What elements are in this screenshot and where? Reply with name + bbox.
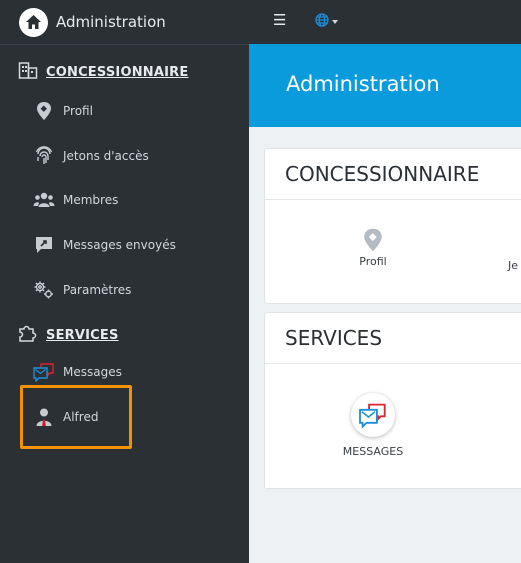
home-icon	[19, 7, 48, 37]
card-title: CONCESSIONNAIRE	[265, 149, 521, 200]
send-message-icon	[33, 235, 55, 255]
language-dropdown[interactable]	[315, 12, 338, 31]
tile-label: Profil	[359, 255, 387, 268]
sidebar-item-members[interactable]: Membres	[33, 188, 118, 212]
sidebar: Administration CONCESSIONNAIRE Profil Je…	[0, 0, 249, 563]
building-icon	[18, 61, 38, 83]
sidebar-item-sent-messages[interactable]: Messages envoyés	[33, 233, 176, 257]
globe-icon	[315, 12, 329, 31]
sidebar-item-label: Messages	[63, 365, 122, 379]
sidebar-item-label: Jetons d'accès	[63, 149, 149, 163]
sidebar-item-label: Messages envoyés	[63, 238, 176, 252]
sidebar-item-profil[interactable]: Profil	[33, 99, 93, 123]
services-card: SERVICES MESSAGES	[264, 312, 521, 489]
tile-label: Je	[508, 259, 519, 272]
puzzle-icon	[18, 323, 38, 347]
tile-messages[interactable]: MESSAGES	[331, 393, 415, 458]
location-pin-icon	[341, 227, 405, 255]
brand-title: Administration	[56, 13, 166, 31]
sidebar-item-access-tokens[interactable]: Jetons d'accès	[33, 144, 149, 168]
sidebar-section-label: CONCESSIONNAIRE	[46, 64, 189, 80]
tile-access-tokens[interactable]: Je	[508, 259, 521, 272]
messages-icon	[33, 362, 55, 382]
chevron-down-icon	[332, 19, 338, 24]
topbar: ☰	[249, 0, 521, 44]
location-pin-icon	[33, 101, 55, 121]
brand[interactable]: Administration	[0, 0, 249, 45]
gears-icon	[33, 280, 55, 300]
page-header: Administration	[249, 44, 521, 127]
messages-icon	[351, 393, 395, 437]
tile-label: MESSAGES	[342, 445, 404, 458]
sidebar-item-label: Membres	[63, 193, 119, 207]
sidebar-item-messages[interactable]: Messages	[33, 360, 122, 384]
sidebar-item-label: Profil	[63, 104, 93, 118]
card-title: SERVICES	[265, 313, 521, 364]
sidebar-item-settings[interactable]: Paramètres	[33, 278, 131, 302]
sidebar-section-services[interactable]: SERVICES	[18, 323, 119, 347]
selection-highlight	[20, 385, 132, 449]
tile-profil[interactable]: Profil	[341, 227, 405, 268]
sidebar-section-dealer[interactable]: CONCESSIONNAIRE	[18, 61, 188, 83]
sidebar-item-label: Paramètres	[63, 283, 132, 297]
dealer-card: CONCESSIONNAIRE Profil Je	[264, 148, 521, 304]
users-icon	[33, 190, 55, 210]
page-title: Administration	[286, 72, 440, 96]
hamburger-icon[interactable]: ☰	[273, 11, 286, 29]
sidebar-section-label: SERVICES	[46, 327, 119, 343]
fingerprint-icon	[33, 146, 55, 166]
